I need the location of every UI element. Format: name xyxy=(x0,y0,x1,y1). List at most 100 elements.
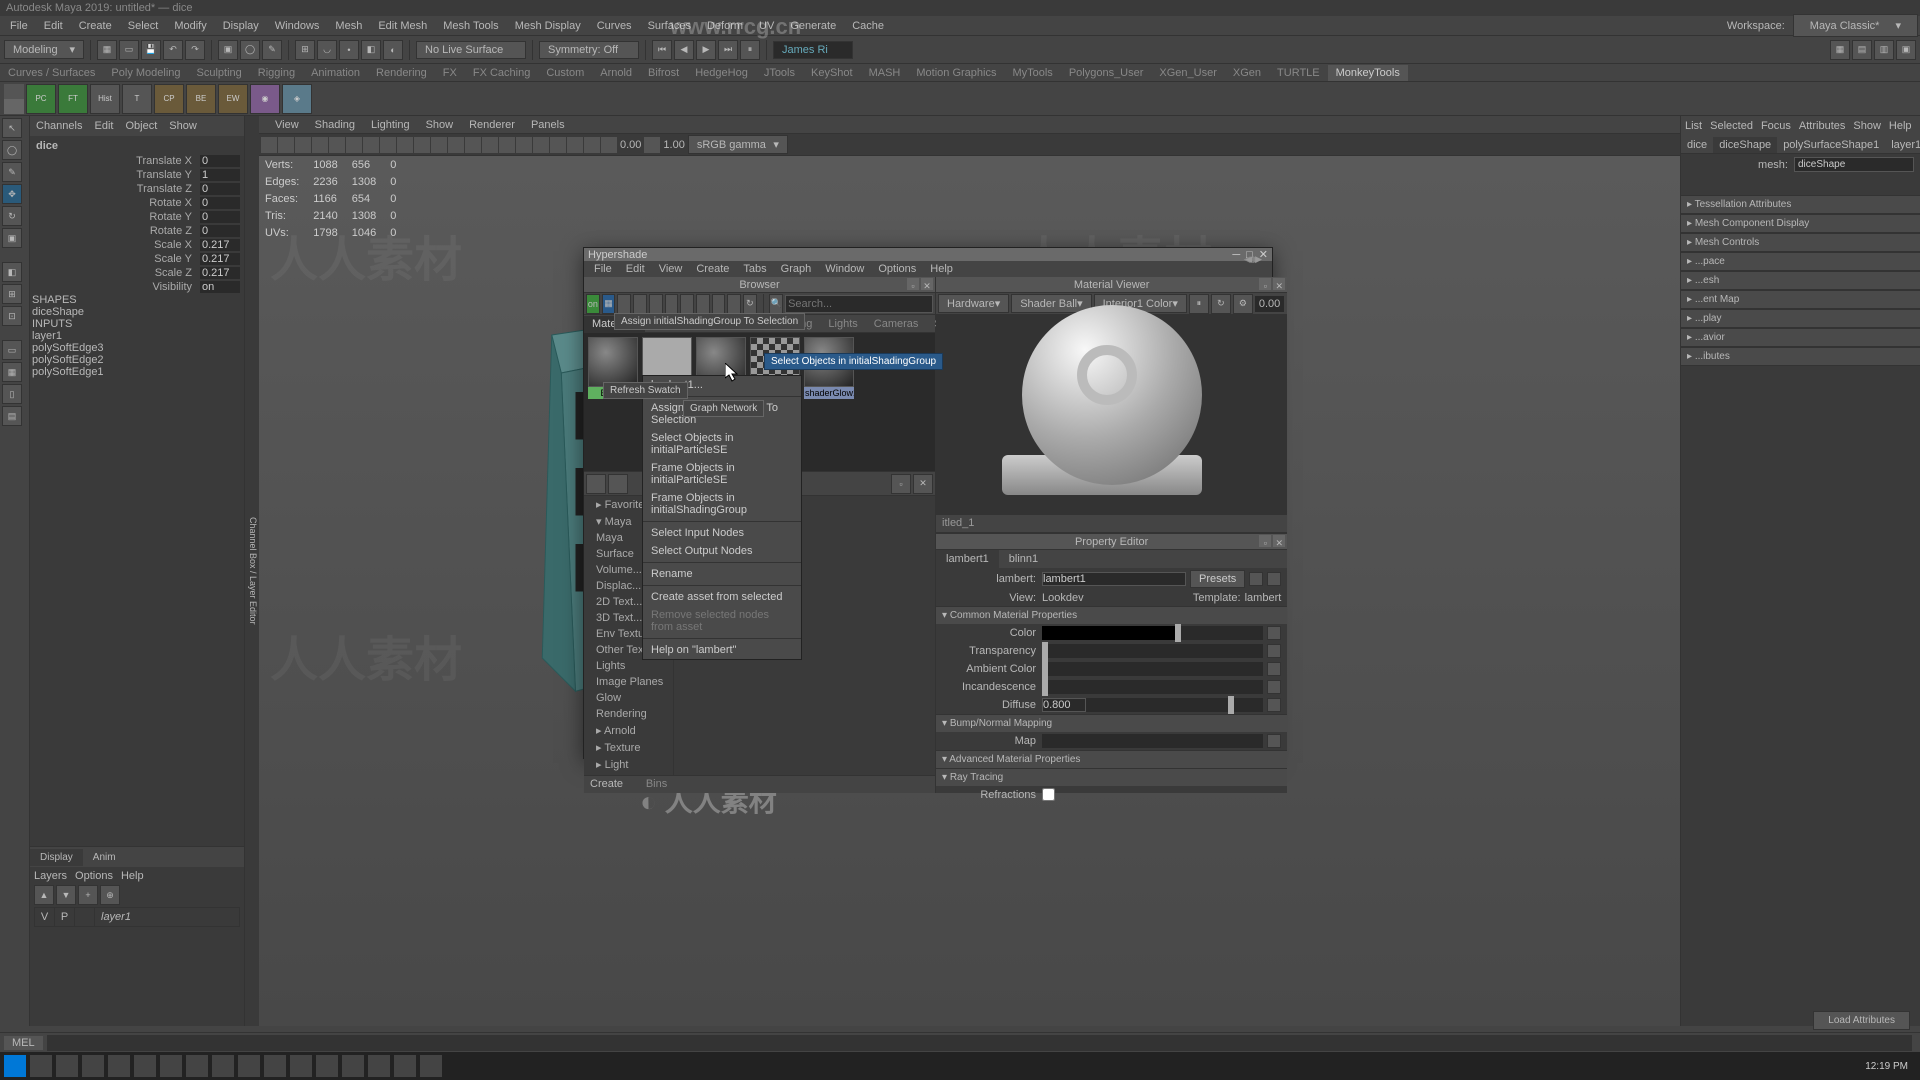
playback-play-icon[interactable]: ▶ xyxy=(696,40,716,60)
select-mode-icon[interactable]: ▣ xyxy=(218,40,238,60)
layout-custom-icon[interactable]: ▤ xyxy=(2,406,22,426)
hy-window-menu[interactable]: Window xyxy=(819,261,870,277)
snap-curve-icon[interactable]: ◡ xyxy=(317,40,337,60)
snap-plane-icon[interactable]: ◧ xyxy=(361,40,381,60)
frame-all-icon[interactable]: ⊞ xyxy=(2,284,22,304)
layout-single-icon[interactable]: ▭ xyxy=(2,340,22,360)
viewer-renderer-dropdown[interactable]: Hardware▾ xyxy=(938,294,1009,313)
shelf-tab[interactable]: XGen xyxy=(1225,65,1269,81)
menu-file[interactable]: File xyxy=(2,18,36,34)
ae-section[interactable]: Mesh Component Display xyxy=(1681,214,1920,233)
ae-section[interactable]: ...esh xyxy=(1681,271,1920,290)
edit-menu[interactable]: Edit xyxy=(88,118,119,134)
load-attributes-button[interactable]: Load Attributes xyxy=(1813,1011,1910,1030)
paint-tool-icon[interactable]: ✎ xyxy=(2,162,22,182)
tb-icon[interactable] xyxy=(727,294,741,314)
shelf-tab[interactable]: HedgeHog xyxy=(687,65,756,81)
search-input[interactable] xyxy=(785,295,933,313)
shelf-tab[interactable]: FX Caching xyxy=(465,65,538,81)
map-button[interactable] xyxy=(1267,662,1281,676)
map-button[interactable] xyxy=(1267,644,1281,658)
context-menu-item[interactable]: Select Input Nodes xyxy=(643,524,801,542)
channel-value[interactable]: 0.217 xyxy=(200,267,240,279)
color-slider[interactable] xyxy=(1042,662,1263,676)
shelf-tab[interactable]: KeyShot xyxy=(803,65,861,81)
channels-menu[interactable]: Channels xyxy=(30,118,88,134)
panel-close-icon[interactable]: ✕ xyxy=(1273,535,1285,547)
taskbar-app-icon[interactable] xyxy=(368,1055,390,1077)
shelf-icon[interactable]: T xyxy=(122,84,152,114)
ae-list-menu[interactable]: List xyxy=(1685,120,1702,132)
menu-display[interactable]: Display xyxy=(215,18,267,34)
vp-camera-icon[interactable] xyxy=(261,137,277,153)
layer-add-icon[interactable]: + xyxy=(78,885,98,905)
map-button[interactable] xyxy=(1267,626,1281,640)
shelf-icon[interactable]: FT xyxy=(58,84,88,114)
tb-icon[interactable] xyxy=(696,294,710,314)
ae-help-menu[interactable]: Help xyxy=(1889,120,1912,132)
shape-item[interactable]: diceShape xyxy=(32,306,242,318)
channel-box-tab[interactable]: Channel Box / Layer Editor xyxy=(245,116,259,1026)
vp-xray-icon[interactable] xyxy=(567,137,583,153)
live-surface-dropdown[interactable]: No Live Surface xyxy=(416,41,526,59)
search-icon[interactable]: 🔍 xyxy=(769,294,783,314)
vp-ao-icon[interactable] xyxy=(482,137,498,153)
shelf-tab[interactable]: FX xyxy=(435,65,465,81)
shelf-tab[interactable]: Sculpting xyxy=(189,65,250,81)
menu-surfaces[interactable]: Surfaces xyxy=(640,18,699,34)
taskbar-app-icon[interactable] xyxy=(108,1055,130,1077)
workspace-dropdown[interactable]: Maya Classic*▾ xyxy=(1793,14,1918,37)
ae-attrs-menu[interactable]: Attributes xyxy=(1799,120,1845,132)
menu-modify[interactable]: Modify xyxy=(166,18,214,34)
context-menu-item[interactable]: Rename xyxy=(643,565,801,583)
show-button[interactable] xyxy=(1249,572,1263,586)
viewer-value-field[interactable]: 0.00 xyxy=(1255,296,1284,312)
shelf-options-icon[interactable] xyxy=(4,84,24,99)
tb-icon[interactable] xyxy=(649,294,663,314)
marking-menu-item[interactable]: Refresh Swatch xyxy=(603,382,688,399)
layout2-icon[interactable]: ▤ xyxy=(1852,40,1872,60)
vp-wire-icon[interactable] xyxy=(397,137,413,153)
taskbar-cortana-icon[interactable] xyxy=(56,1055,78,1077)
shelf-tab[interactable]: TURTLE xyxy=(1269,65,1328,81)
material-viewer-canvas[interactable] xyxy=(936,315,1287,515)
shelf-options2-icon[interactable] xyxy=(4,99,24,114)
layers-tab-display[interactable]: Display xyxy=(30,849,83,866)
viewer-pause-icon[interactable]: ⏸ xyxy=(1189,294,1209,314)
lasso-tool-icon[interactable]: ◯ xyxy=(2,140,22,160)
map-field[interactable] xyxy=(1042,734,1263,748)
shelf-icon[interactable]: CP xyxy=(154,84,184,114)
browser-tab[interactable]: Lights xyxy=(820,316,865,332)
hy-tabs-menu[interactable]: Tabs xyxy=(737,261,772,277)
vp-lighting-menu[interactable]: Lighting xyxy=(365,117,416,133)
vp-expose-icon[interactable] xyxy=(601,137,617,153)
vp-dof-icon[interactable] xyxy=(533,137,549,153)
view-value[interactable]: Lookdev xyxy=(1042,592,1084,604)
tb-icon[interactable] xyxy=(712,294,726,314)
category-item[interactable]: Glow xyxy=(584,690,673,706)
vp-exposure-field[interactable]: 0.00 xyxy=(618,139,643,151)
vp-panels-menu[interactable]: Panels xyxy=(525,117,571,133)
ae-section[interactable]: ...ent Map xyxy=(1681,290,1920,309)
show-menu[interactable]: Show xyxy=(163,118,203,134)
start-button[interactable] xyxy=(4,1055,26,1077)
vp-res-icon[interactable] xyxy=(363,137,379,153)
tb-icon[interactable] xyxy=(680,294,694,314)
diffuse-slider[interactable] xyxy=(1086,698,1263,712)
menu-edit-mesh[interactable]: Edit Mesh xyxy=(370,18,435,34)
taskbar-app-icon[interactable] xyxy=(160,1055,182,1077)
shelf-icon[interactable]: ◉ xyxy=(250,84,280,114)
vp-shadows-icon[interactable] xyxy=(465,137,481,153)
channel-value[interactable]: 0 xyxy=(200,183,240,195)
snap-grid-icon[interactable]: ⊞ xyxy=(295,40,315,60)
color-slider[interactable] xyxy=(1042,680,1263,694)
taskbar-app-icon[interactable] xyxy=(394,1055,416,1077)
layer-playback[interactable]: P xyxy=(55,908,75,926)
layer-row[interactable]: V P layer1 xyxy=(34,907,240,927)
panel-close-icon[interactable]: ✕ xyxy=(913,474,933,494)
color-slider[interactable] xyxy=(1042,644,1263,658)
context-menu-item[interactable]: Help on "lambert" xyxy=(643,641,801,659)
shelf-tab[interactable]: Curves / Surfaces xyxy=(0,65,103,81)
raytrace-section[interactable]: Ray Tracing xyxy=(936,768,1287,786)
panel-pop-icon[interactable]: ▫ xyxy=(1259,535,1271,547)
